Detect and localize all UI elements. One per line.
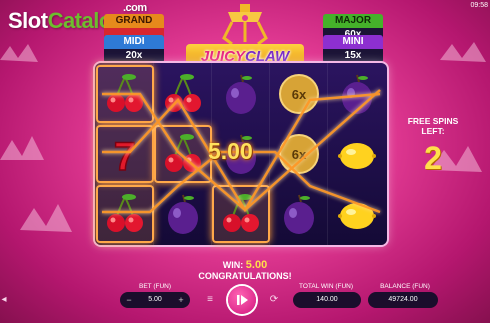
reel-symbol-plum — [328, 65, 386, 123]
cherry-icon — [107, 194, 143, 232]
plum-icon — [168, 194, 198, 234]
plum-icon — [226, 74, 256, 114]
bet-label: BET (FUN) — [138, 283, 172, 290]
lemon-icon — [338, 203, 376, 229]
bet-decrease-button[interactable]: − — [124, 295, 134, 305]
cherry-icon — [165, 134, 201, 172]
lemon-icon — [338, 143, 376, 169]
seven-icon: 7 — [113, 134, 137, 180]
cherry-icon — [107, 74, 143, 112]
reel-symbol-cherry — [96, 185, 154, 243]
clock: 09:58 — [470, 2, 488, 9]
bet-stepper: − 5.00 + — [120, 292, 190, 308]
cherry-icon — [223, 194, 259, 232]
reel-symbol-plum — [154, 185, 212, 243]
reel-symbol-cherry — [154, 125, 212, 183]
win-message: WIN: 5.00 CONGRATULATIONS! — [198, 259, 292, 282]
pause-play-icon — [237, 295, 248, 305]
free-spins-label: FREE SPINS LEFT: — [407, 116, 459, 136]
multiplier-icon: 6x — [279, 134, 319, 174]
jackpot-midi: MIDI 20x — [104, 35, 164, 65]
reel-symbol-cherry — [96, 65, 154, 123]
reel-symbol-lemon — [328, 185, 386, 243]
reel-symbol-plum — [270, 185, 328, 243]
jackpot-mini: MINI 15x — [323, 35, 383, 65]
multiplier-icon: 6x — [279, 74, 319, 114]
svg-text:6x: 6x — [292, 147, 307, 162]
reel-symbol-lemon — [328, 125, 386, 183]
win-amount-display: 5.00 — [208, 138, 253, 164]
bet-increase-button[interactable]: + — [176, 295, 186, 305]
total-win-label: TOTAL WIN (FUN) — [298, 283, 354, 290]
svg-text:6x: 6x — [292, 87, 307, 102]
reel-symbol-multiplier: 6x — [270, 65, 328, 123]
balance-label: BALANCE (FUN) — [380, 283, 430, 290]
svg-text:7: 7 — [114, 135, 136, 179]
plum-icon — [342, 74, 372, 114]
bet-value: 5.00 — [148, 296, 162, 303]
reel-symbol-cherry — [154, 65, 212, 123]
paytable-icon[interactable]: ≡ — [204, 294, 216, 306]
reel-symbol-plum — [212, 65, 270, 123]
spin-button[interactable] — [228, 286, 256, 314]
reel-symbol-cherry — [212, 185, 270, 243]
game-logo: JUICYCLAW — [180, 4, 310, 70]
reel-symbol-multiplier: 6x — [270, 125, 328, 183]
sound-icon[interactable]: ◂ — [0, 294, 8, 306]
autoplay-icon[interactable]: ⟳ — [268, 294, 280, 306]
free-spins-count: 2 — [424, 140, 442, 176]
crane-claw-icon — [222, 4, 268, 46]
cherry-icon — [165, 74, 201, 112]
balance-value: 49724.00 — [368, 292, 438, 308]
reel-symbol-seven: 7 — [96, 125, 154, 183]
plum-icon — [284, 194, 314, 234]
total-win-value: 140.00 — [293, 292, 361, 308]
